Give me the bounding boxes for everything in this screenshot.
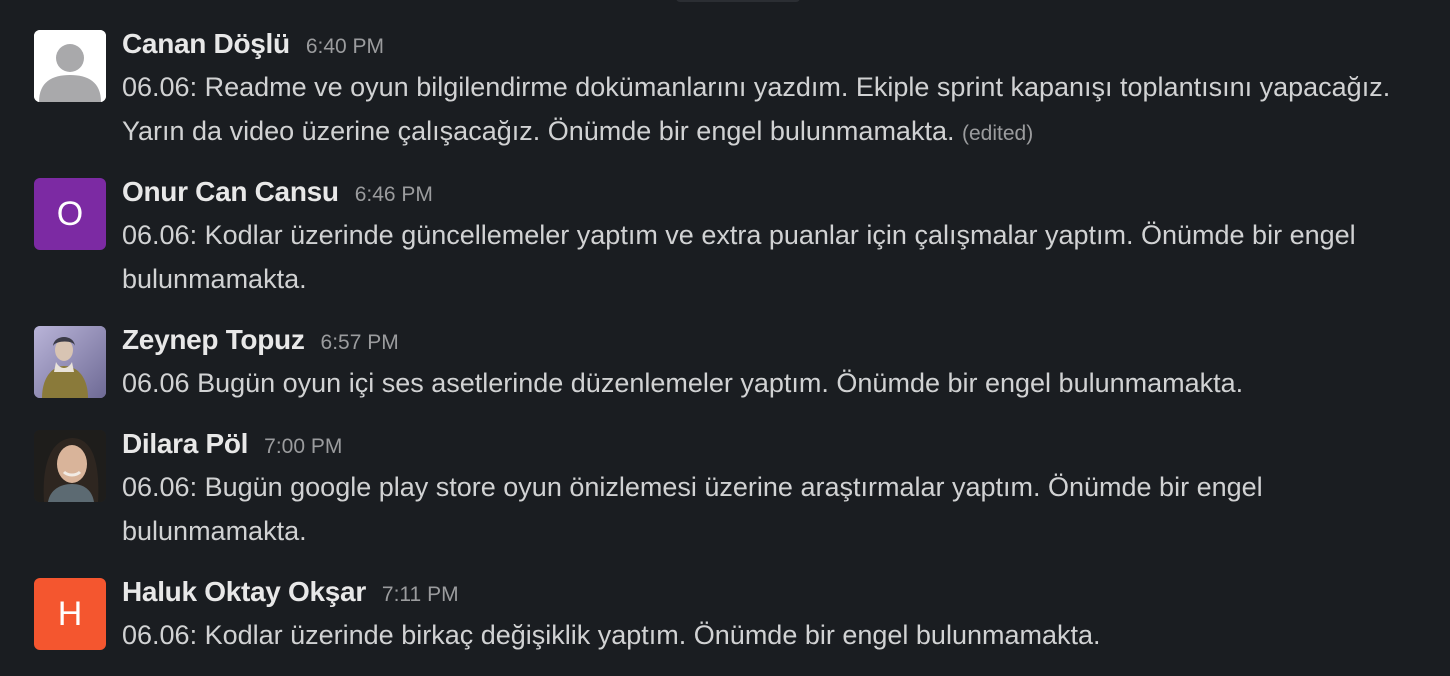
author-name[interactable]: Haluk Oktay Okşar	[122, 576, 366, 608]
message-body: Dilara Pöl 7:00 PM 06.06: Bugün google p…	[122, 428, 1422, 553]
timestamp[interactable]: 6:57 PM	[321, 331, 399, 355]
message-body: Canan Döşlü 6:40 PM 06.06: Readme ve oyu…	[122, 28, 1422, 156]
author-name[interactable]: Onur Can Cansu	[122, 176, 339, 208]
author-name[interactable]: Zeynep Topuz	[122, 324, 305, 356]
message-text: 06.06 Bugün oyun içi ses asetlerinde düz…	[122, 368, 1244, 398]
avatar-initial: O	[56, 194, 84, 233]
message-header: Onur Can Cansu 6:46 PM	[122, 176, 1422, 210]
avatar[interactable]	[34, 326, 106, 398]
message-feed: Canan Döşlü 6:40 PM 06.06: Readme ve oyu…	[0, 0, 1450, 676]
profile-photo-icon	[34, 326, 106, 398]
edited-label: (edited)	[961, 122, 1034, 145]
avatar-initial: H	[57, 594, 83, 633]
author-name[interactable]: Dilara Pöl	[122, 428, 248, 460]
message-text: 06.06: Readme ve oyun bilgilendirme dokü…	[122, 65, 1422, 156]
timestamp[interactable]: 7:11 PM	[382, 583, 459, 607]
message-header: Haluk Oktay Okşar 7:11 PM	[122, 576, 1422, 610]
user-silhouette-icon	[34, 30, 106, 102]
message-body: Haluk Oktay Okşar 7:11 PM 06.06: Kodlar …	[122, 576, 1422, 657]
avatar[interactable]	[34, 30, 106, 102]
author-name[interactable]: Canan Döşlü	[122, 28, 290, 60]
message-text: 06.06: Kodlar üzerinde birkaç değişiklik…	[122, 620, 1101, 650]
message-header: Canan Döşlü 6:40 PM	[122, 28, 1422, 62]
message-text-content: 06.06: Readme ve oyun bilgilendirme dokü…	[122, 72, 1398, 146]
message-text: 06.06: Kodlar üzerinde güncellemeler yap…	[122, 220, 1364, 294]
message-text: 06.06: Bugün google play store oyun öniz…	[122, 472, 1271, 546]
avatar[interactable]	[34, 430, 106, 502]
timestamp[interactable]: 6:40 PM	[306, 35, 384, 59]
avatar[interactable]: O	[34, 178, 106, 250]
message-body: Onur Can Cansu 6:46 PM 06.06: Kodlar üze…	[122, 176, 1422, 301]
avatar[interactable]: H	[34, 578, 106, 650]
message-body: Zeynep Topuz 6:57 PM 06.06 Bugün oyun iç…	[122, 324, 1422, 405]
message-header: Dilara Pöl 7:00 PM	[122, 428, 1422, 462]
timestamp[interactable]: 7:00 PM	[264, 435, 342, 459]
profile-photo-icon	[34, 430, 106, 502]
message-header: Zeynep Topuz 6:57 PM	[122, 324, 1422, 358]
timestamp[interactable]: 6:46 PM	[355, 183, 433, 207]
